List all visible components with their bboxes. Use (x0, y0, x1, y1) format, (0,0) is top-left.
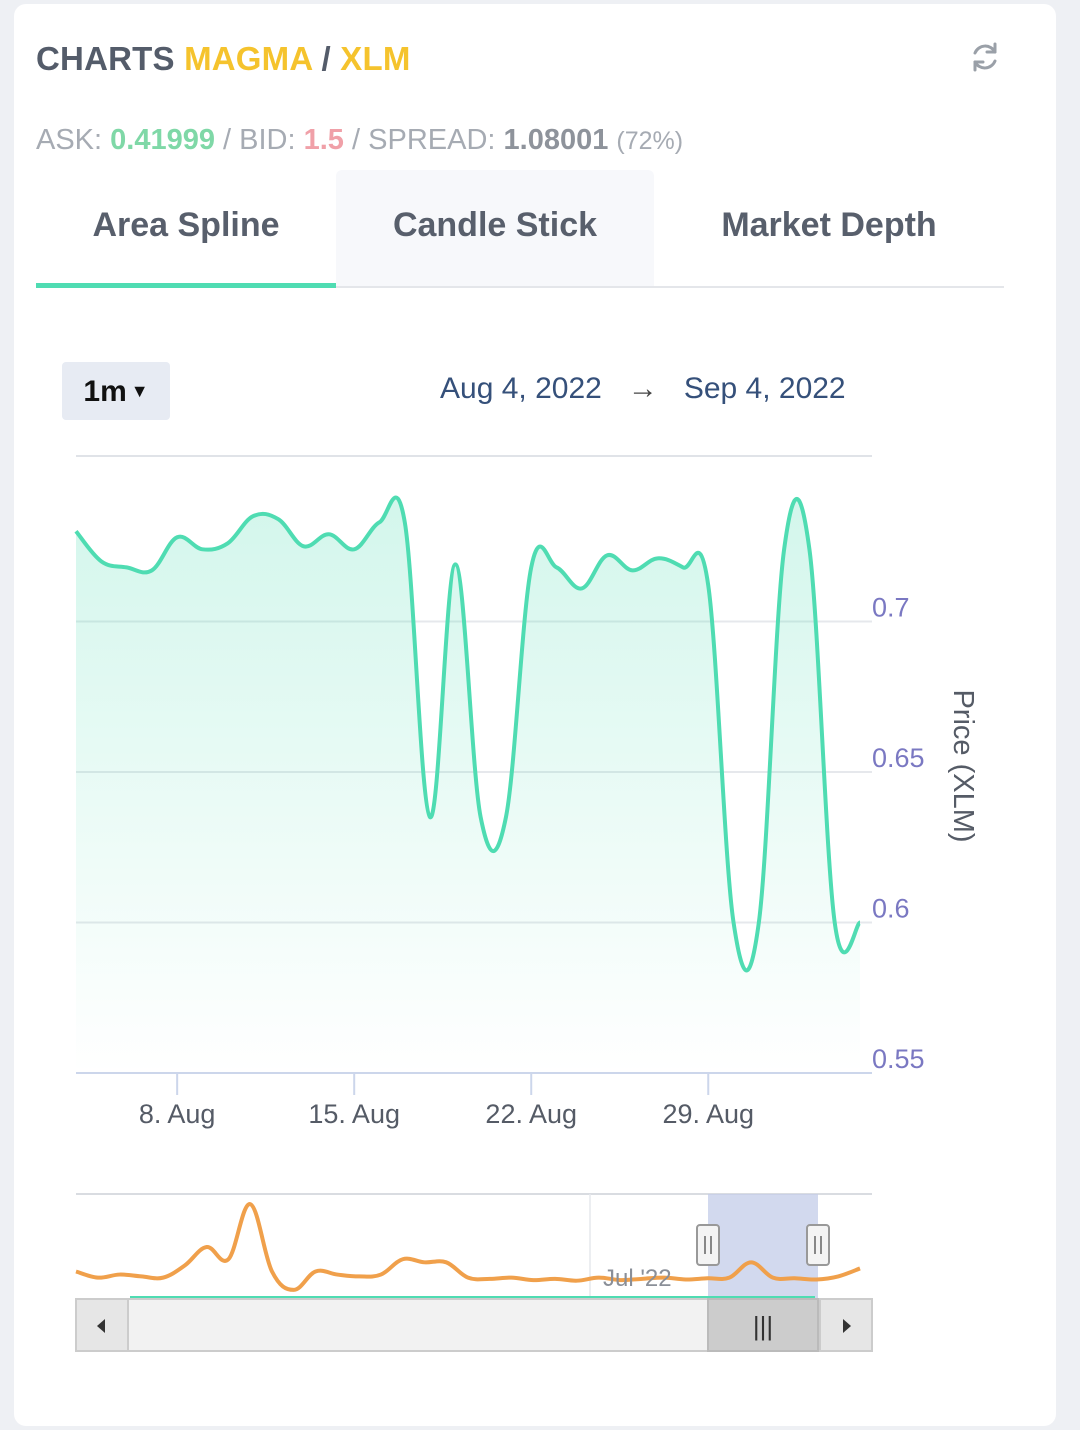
navigator-handle-right[interactable] (806, 1224, 830, 1266)
price-area (76, 497, 860, 1073)
y-tick-label: 0.55 (872, 1044, 925, 1074)
scrollbar-grip: ||| (753, 1311, 773, 1341)
y-tick-label: 0.65 (872, 743, 925, 773)
navigator-handle-left[interactable] (696, 1224, 720, 1266)
y-tick-label: 0.7 (872, 593, 910, 623)
navigator-selection[interactable] (708, 1194, 818, 1298)
navigator-scrollbar[interactable]: ||| (75, 1298, 873, 1352)
navigator: Jul '22 (75, 1193, 872, 1298)
x-tick-label: 29. Aug (662, 1099, 754, 1129)
x-tick-label: 15. Aug (308, 1099, 400, 1129)
y-tick-label: 0.6 (872, 894, 910, 924)
x-tick-label: 22. Aug (485, 1099, 577, 1129)
navigator-month-label: Jul '22 (603, 1265, 672, 1292)
y-axis-title: Price (XLM) (947, 689, 979, 842)
price-chart: 0.7 0.65 0.6 0.55 8. Aug 15. Aug 22. Aug 29. A… (74, 455, 979, 1352)
x-tick-label: 8. Aug (139, 1099, 216, 1129)
